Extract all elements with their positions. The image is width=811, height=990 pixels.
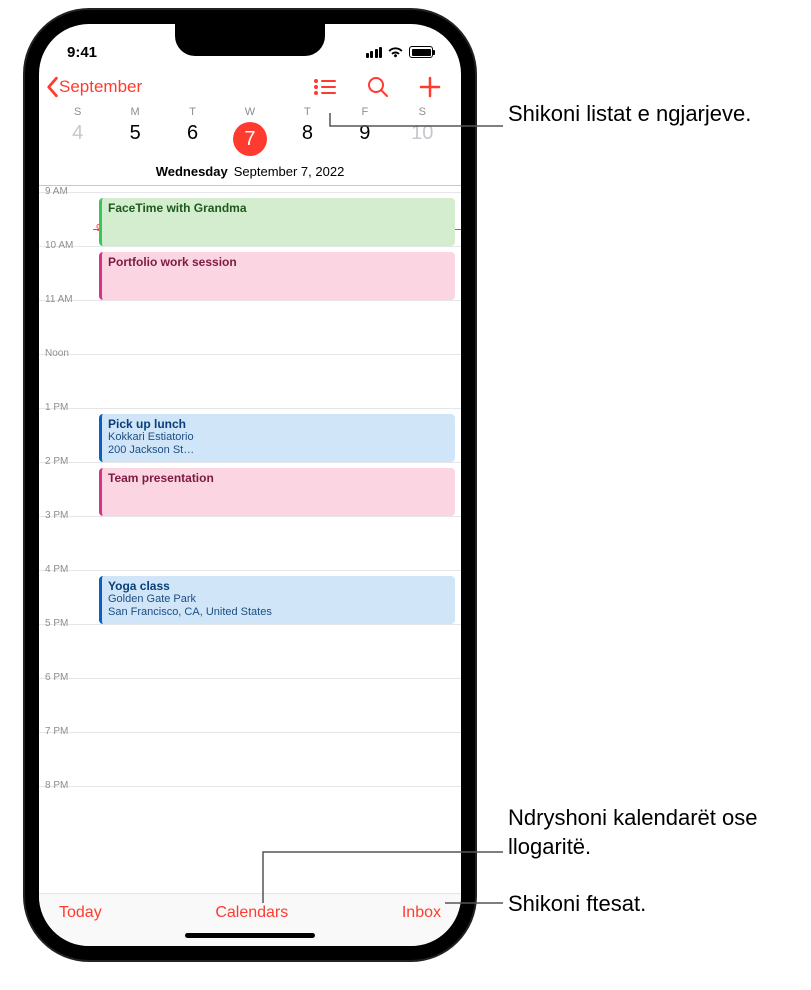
notch	[175, 24, 325, 56]
callout-lines	[0, 0, 811, 990]
